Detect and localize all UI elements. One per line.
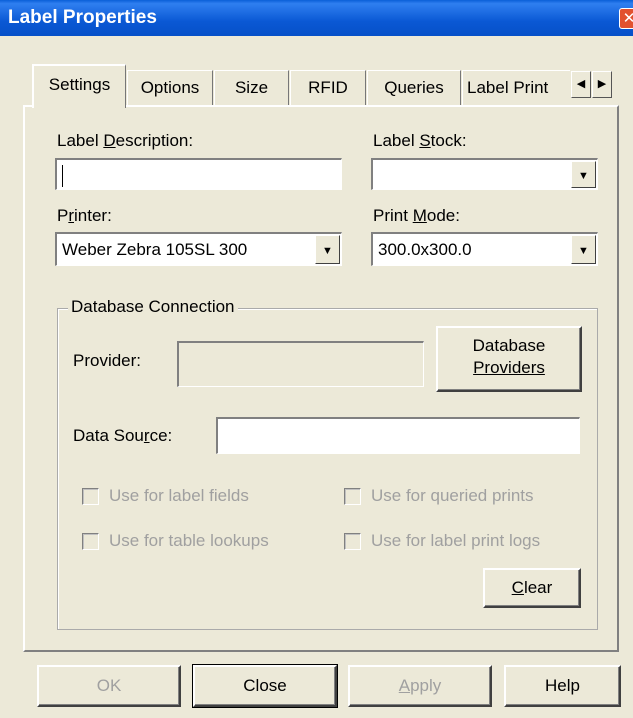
tab-options[interactable]: Options — [127, 70, 213, 106]
use-for-label-fields-checkbox[interactable]: Use for label fields — [82, 486, 249, 506]
tab-rfid[interactable]: RFID — [290, 70, 366, 106]
checkbox-label: Use for label print logs — [371, 531, 541, 550]
chevron-down-icon[interactable]: ▼ — [571, 235, 596, 264]
database-providers-line1: Database — [472, 336, 546, 355]
database-providers-line2: Providers — [473, 358, 545, 377]
tab-label-print[interactable]: Label Print — [462, 70, 570, 106]
database-connection-title: Database Connection — [68, 297, 238, 317]
ok-button[interactable]: OK — [37, 665, 181, 707]
data-source-label: Data Source: — [73, 426, 173, 445]
text-caret — [62, 165, 63, 187]
data-source-input[interactable] — [216, 417, 580, 454]
tab-scroll-right-icon[interactable]: ▶ — [592, 71, 612, 98]
print-mode-label: Print Mode: — [373, 206, 460, 225]
printer-select[interactable]: Weber Zebra 105SL 300 ▼ — [55, 232, 342, 266]
clear-button[interactable]: Clear — [483, 568, 581, 608]
tab-scroll-left-icon[interactable]: ◀ — [571, 71, 591, 98]
use-for-table-lookups-checkbox[interactable]: Use for table lookups — [82, 531, 269, 551]
chevron-down-icon[interactable]: ▼ — [571, 161, 596, 188]
print-mode-select[interactable]: 300.0x300.0 ▼ — [371, 232, 598, 266]
provider-label: Provider: — [73, 351, 142, 370]
checkbox-box[interactable] — [344, 487, 361, 505]
window-title: Label Properties — [8, 7, 157, 28]
checkbox-box[interactable] — [344, 532, 361, 550]
tab-settings[interactable]: Settings — [32, 64, 126, 108]
use-for-label-print-logs-checkbox[interactable]: Use for label print logs — [344, 531, 540, 551]
tab-size[interactable]: Size — [214, 70, 289, 106]
database-providers-button[interactable]: Database Providers — [436, 326, 582, 392]
apply-button[interactable]: Apply — [348, 665, 492, 707]
printer-label: Printer: — [57, 206, 112, 225]
close-button[interactable]: Close — [192, 664, 338, 708]
checkbox-box[interactable] — [82, 532, 99, 550]
label-stock-label: Label Stock: — [373, 131, 467, 150]
dialog-button-bar: OK Close Apply Help — [0, 652, 633, 718]
help-button[interactable]: Help — [504, 665, 621, 707]
label-stock-select[interactable]: ▼ — [371, 158, 598, 190]
print-mode-value: 300.0x300.0 — [378, 240, 472, 259]
use-for-queried-prints-checkbox[interactable]: Use for queried prints — [344, 486, 534, 506]
checkbox-label: Use for label fields — [109, 486, 249, 505]
printer-value: Weber Zebra 105SL 300 — [62, 240, 248, 259]
close-window-button[interactable]: ✕ — [619, 8, 633, 29]
tab-queries[interactable]: Queries — [367, 70, 461, 106]
label-description-label: Label Description: — [57, 131, 194, 150]
checkbox-label: Use for queried prints — [371, 486, 534, 505]
provider-field — [177, 341, 424, 387]
checkbox-label: Use for table lookups — [109, 531, 269, 550]
checkbox-box[interactable] — [82, 487, 99, 505]
title-bar: Label Properties ✕ — [0, 0, 633, 36]
chevron-down-icon[interactable]: ▼ — [315, 235, 340, 264]
label-description-input[interactable] — [55, 158, 342, 190]
